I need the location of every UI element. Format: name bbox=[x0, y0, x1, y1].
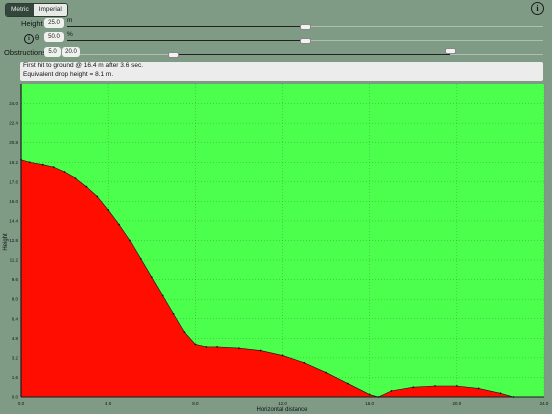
trajectory-point bbox=[434, 385, 436, 387]
y-tick-label: 3.2 bbox=[12, 355, 19, 360]
trajectory-point bbox=[63, 171, 66, 173]
trajectory-point bbox=[118, 223, 120, 226]
trajectory-point bbox=[129, 239, 131, 242]
trajectory-point bbox=[194, 343, 197, 346]
y-tick-label: 11.2 bbox=[10, 258, 19, 263]
x-tick-label: 4.0 bbox=[105, 401, 112, 406]
trajectory-point bbox=[325, 371, 327, 374]
x-tick-label: 24.0 bbox=[540, 401, 549, 406]
result-line-2: Equivalent drop height = 8.1 m. bbox=[23, 70, 114, 78]
x-tick-label: 16.0 bbox=[365, 401, 374, 406]
height-slider-track bbox=[67, 26, 305, 27]
y-axis-label: Height bbox=[3, 233, 9, 251]
angle-unit: % bbox=[67, 31, 73, 38]
result-panel: First hit to ground @ 16.4 m after 3.6 s… bbox=[20, 62, 543, 81]
obstruction-start-thumb[interactable] bbox=[167, 52, 179, 58]
trajectory-point bbox=[412, 386, 415, 389]
result-line-1: First hit to ground @ 16.4 m after 3.6 s… bbox=[23, 62, 144, 69]
obstructions-label: Obstructions bbox=[4, 48, 47, 57]
trajectory-point bbox=[183, 331, 186, 334]
obstruction-end-thumb[interactable] bbox=[445, 48, 457, 54]
units-segmented-control: Metric Imperial bbox=[5, 3, 68, 17]
y-tick-label: 0.0 bbox=[12, 395, 19, 400]
y-tick-label: 16.0 bbox=[9, 199, 18, 204]
trajectory-point bbox=[41, 163, 44, 166]
trajectory-point bbox=[85, 185, 88, 188]
angle-info-icon[interactable]: i bbox=[24, 34, 34, 44]
imperial-button[interactable]: Imperial bbox=[33, 4, 67, 16]
trajectory-point bbox=[390, 389, 393, 392]
trajectory-point bbox=[172, 312, 175, 315]
trajectory-point bbox=[139, 257, 142, 260]
height-slider-thumb[interactable] bbox=[300, 24, 311, 30]
height-slider-remaining bbox=[305, 26, 543, 27]
trajectory-point bbox=[205, 345, 208, 348]
y-tick-label: 6.4 bbox=[12, 316, 19, 321]
x-tick-labels: 0.0 4.0 8.0 12.0 16.0 20.0 24.0 bbox=[18, 401, 549, 406]
y-tick-label: 8.0 bbox=[12, 297, 19, 302]
info-icon[interactable]: i bbox=[531, 2, 544, 15]
x-tick-label: 20.0 bbox=[452, 401, 461, 406]
trajectory-point bbox=[346, 382, 349, 385]
angle-slider-remaining bbox=[305, 40, 543, 41]
trajectory-point bbox=[238, 347, 240, 349]
angle-slider-track bbox=[67, 40, 305, 41]
x-tick-label: 12.0 bbox=[278, 401, 287, 406]
trajectory-point bbox=[455, 385, 458, 387]
obstruction-start-field[interactable]: 5.0 bbox=[44, 47, 61, 57]
metric-button[interactable]: Metric bbox=[6, 4, 34, 16]
height-value-field[interactable]: 25.0 bbox=[44, 18, 64, 28]
y-tick-label: 17.6 bbox=[9, 179, 18, 184]
trajectory-point bbox=[368, 393, 371, 396]
trajectory-point bbox=[96, 195, 99, 198]
obstruction-end-field[interactable]: 20.0 bbox=[62, 47, 80, 57]
x-axis-label: Horizontal distance bbox=[256, 407, 308, 413]
y-tick-label: 24.0 bbox=[9, 101, 18, 106]
y-tick-label: 14.4 bbox=[9, 218, 18, 223]
trajectory-point bbox=[52, 166, 55, 169]
trajectory-chart: 0.0 4.0 8.0 12.0 16.0 20.0 24.0 0.0 1.6 3.2 4.8 6.… bbox=[3, 84, 549, 413]
y-tick-labels: 0.0 1.6 3.2 4.8 6.4 8.0 9.6 11.2 12.8 14.4 16.0 17.… bbox=[9, 101, 18, 399]
y-tick-label: 9.6 bbox=[12, 277, 19, 282]
trajectory-point bbox=[107, 209, 110, 211]
height-label: Height bbox=[21, 19, 43, 28]
x-tick-label: 0.0 bbox=[18, 401, 25, 406]
trajectory-point bbox=[499, 392, 502, 395]
height-unit: m bbox=[67, 17, 73, 24]
y-tick-label: 20.8 bbox=[9, 140, 18, 145]
y-tick-label: 19.2 bbox=[9, 160, 18, 165]
y-tick-label: 12.8 bbox=[9, 238, 18, 243]
trajectory-point bbox=[303, 361, 306, 364]
trajectory-point bbox=[259, 349, 262, 352]
trajectory-point bbox=[28, 161, 31, 164]
y-tick-label: 22.4 bbox=[9, 121, 18, 126]
trajectory-point bbox=[74, 177, 77, 180]
trajectory-point bbox=[150, 276, 153, 279]
trajectory-point bbox=[477, 387, 480, 390]
angle-label: θ bbox=[35, 33, 40, 42]
y-tick-label: 4.8 bbox=[12, 336, 19, 341]
y-tick-label: 1.6 bbox=[12, 375, 19, 380]
angle-value-field[interactable]: 50.0 bbox=[44, 32, 64, 42]
trajectory-point bbox=[281, 354, 284, 357]
angle-slider-thumb[interactable] bbox=[300, 38, 311, 44]
trajectory-point bbox=[216, 345, 219, 348]
obstructions-slider-fill bbox=[172, 54, 451, 55]
x-tick-label: 8.0 bbox=[192, 401, 199, 406]
trajectory-point bbox=[161, 294, 164, 297]
